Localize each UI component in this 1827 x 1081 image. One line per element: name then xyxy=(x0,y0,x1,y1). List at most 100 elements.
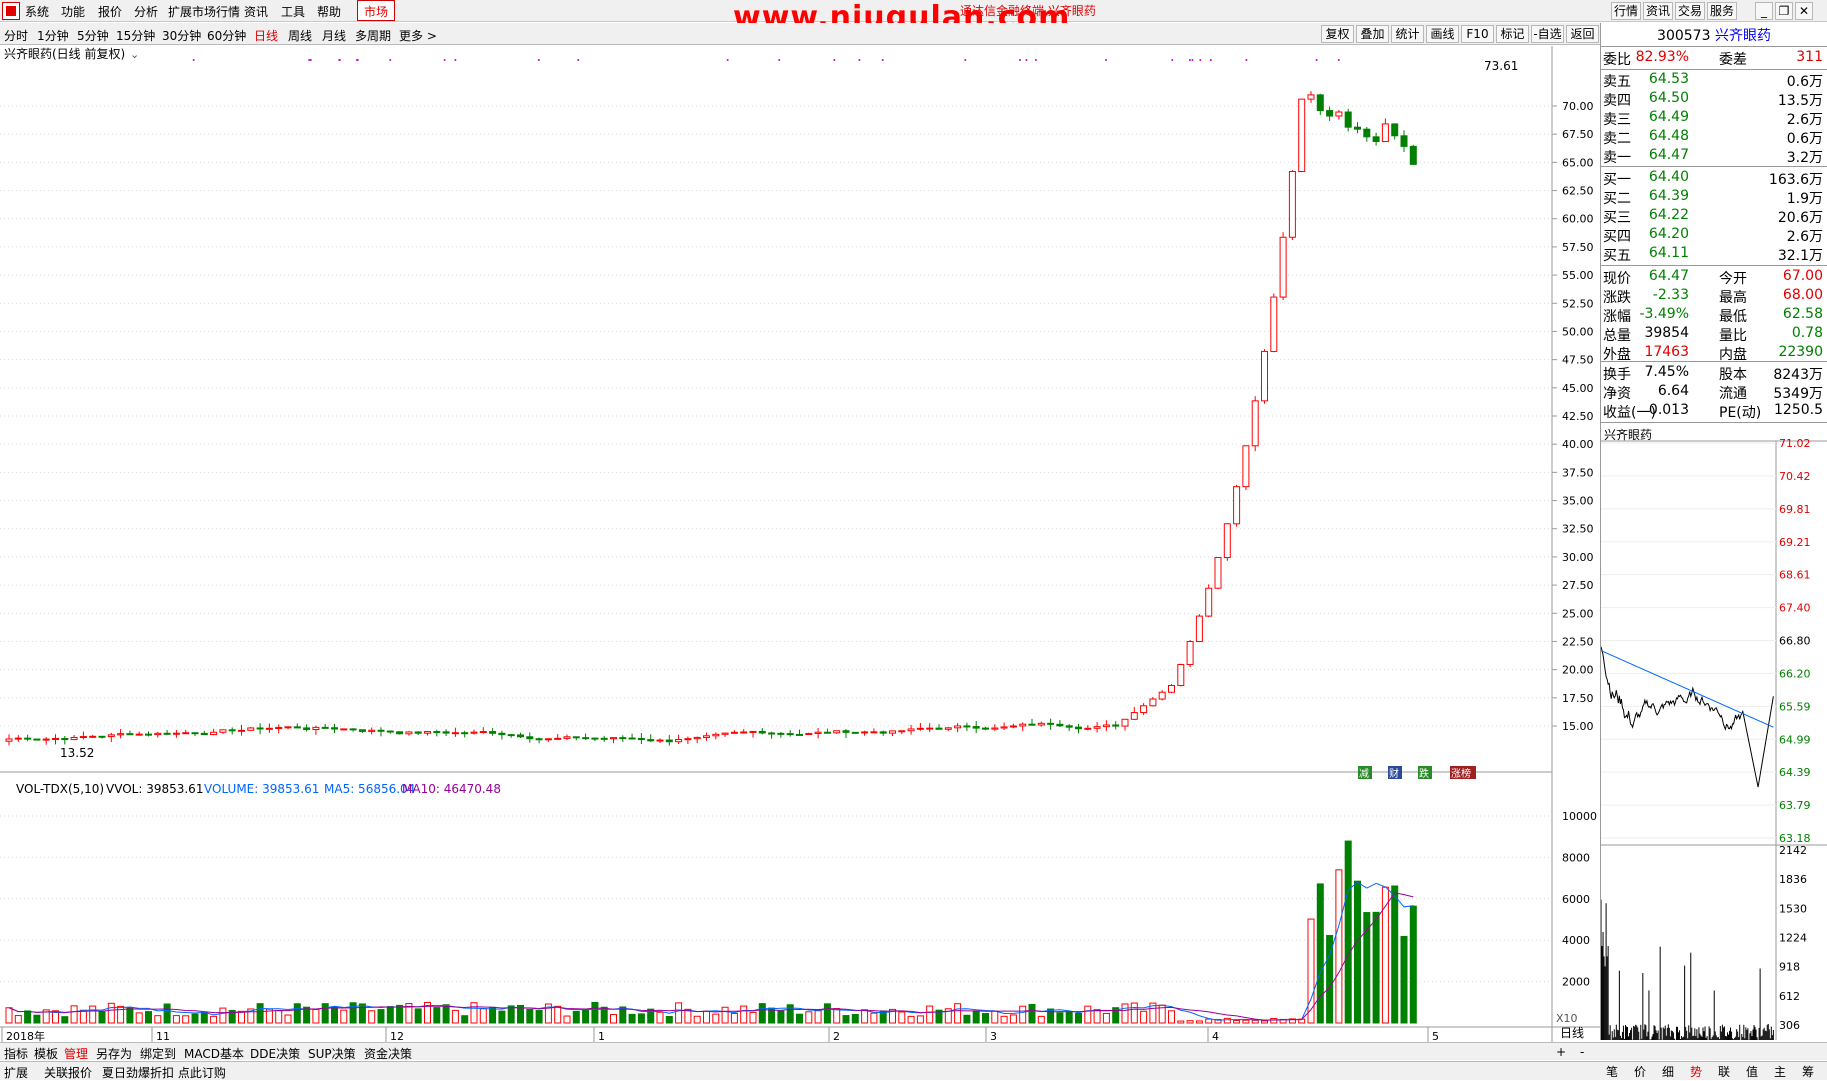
tab-lingcunwei[interactable]: 另存为 xyxy=(96,1045,132,1062)
right-tab-6[interactable]: 主 xyxy=(1774,1063,1786,1080)
event-marker xyxy=(1018,59,1021,61)
tool-f10[interactable]: F10 xyxy=(1461,25,1494,43)
kline-chart[interactable]: 70.00 67.50 65.00 62.50 60.00 57.50 55.00 52.50… xyxy=(0,46,1600,1042)
stat-cell: 最高 xyxy=(1719,290,1747,306)
badge-cai[interactable]: 财 xyxy=(1388,766,1402,780)
zoom-out-button[interactable]: - xyxy=(1580,1045,1584,1059)
candle-body xyxy=(1158,691,1166,700)
period-multi[interactable]: 多周期 xyxy=(355,27,391,44)
right-tab-4[interactable]: 联 xyxy=(1718,1063,1730,1080)
candle-body xyxy=(740,731,748,734)
volume-bar xyxy=(610,1014,617,1024)
tab-zijin[interactable]: 资金决策 xyxy=(364,1045,412,1062)
promo-link[interactable]: 夏日劲爆折扣 点此订购 xyxy=(102,1064,226,1081)
menu-item-news[interactable]: 资讯 xyxy=(244,3,268,20)
order-volume: 0.6万 xyxy=(1786,74,1823,90)
candle-body xyxy=(98,735,106,738)
candle-body xyxy=(470,731,478,734)
volume-bar xyxy=(963,1014,971,1024)
candle-body xyxy=(396,731,404,735)
tool-biaoji[interactable]: 标记 xyxy=(1496,25,1529,43)
period-60min[interactable]: 60分钟 xyxy=(207,27,246,44)
minimize-button[interactable]: _ xyxy=(1755,2,1773,20)
menu-item-function[interactable]: 功能 xyxy=(61,3,85,20)
tab-zixun[interactable]: 资讯 xyxy=(1643,2,1673,20)
right-tab-0[interactable]: 笔 xyxy=(1606,1063,1618,1080)
menu-item-quote[interactable]: 报价 xyxy=(98,3,122,20)
menu-item-analysis[interactable]: 分析 xyxy=(134,3,158,20)
tab-kuozhan[interactable]: 扩展 xyxy=(4,1064,28,1081)
volume-bar xyxy=(461,1015,469,1024)
badge-zhangbang[interactable]: 涨榜 xyxy=(1450,766,1476,780)
stat-cell: 涨跌 xyxy=(1603,290,1631,306)
menu-item-ext-market[interactable]: 扩展市场行情 xyxy=(168,3,240,20)
right-tab-1[interactable]: 价 xyxy=(1634,1063,1646,1080)
volume-bar xyxy=(1307,918,1315,1024)
volume-bar xyxy=(24,1010,32,1024)
right-tab-3[interactable]: 势 xyxy=(1690,1063,1702,1080)
period-more[interactable]: 更多 > xyxy=(399,27,437,44)
candle-body xyxy=(610,737,617,740)
candle-body xyxy=(145,733,152,736)
chevron-down-icon[interactable]: ⌄ xyxy=(130,48,139,61)
tab-macd[interactable]: MACD基本 xyxy=(184,1045,244,1062)
candle-body xyxy=(1075,726,1082,730)
tab-bangdingdao[interactable]: 绑定到 xyxy=(140,1045,176,1062)
high-label: 73.61 xyxy=(1484,59,1518,73)
period-1min[interactable]: 1分钟 xyxy=(37,27,69,44)
tool-tongji[interactable]: 统计 xyxy=(1391,25,1424,43)
zoom-in-button[interactable]: + xyxy=(1556,1045,1566,1059)
order-row: 买三 64.22 20.6万 xyxy=(1603,207,1825,226)
tab-guanli[interactable]: 管理 xyxy=(64,1045,88,1062)
candle-body xyxy=(1205,587,1213,617)
period-weekly[interactable]: 周线 xyxy=(288,27,312,44)
tab-sup[interactable]: SUP决策 xyxy=(308,1045,356,1062)
candle-body xyxy=(1372,136,1380,143)
tab-jiaoyi[interactable]: 交易 xyxy=(1675,2,1705,20)
tab-guanlianbaojia[interactable]: 关联报价 xyxy=(44,1064,92,1081)
menu-item-market[interactable]: 市场 xyxy=(357,0,396,21)
tool-fuquan[interactable]: 复权 xyxy=(1321,25,1354,43)
tool-diejia[interactable]: 叠加 xyxy=(1356,25,1389,43)
event-marker xyxy=(964,59,967,61)
tab-moban[interactable]: 模板 xyxy=(34,1045,58,1062)
tool-zixuan[interactable]: -自选 xyxy=(1531,25,1564,43)
badge-die[interactable]: 跌 xyxy=(1418,766,1432,780)
volume-bar xyxy=(1130,1002,1138,1024)
period-30min[interactable]: 30分钟 xyxy=(162,27,201,44)
menu-item-system[interactable]: 系统 xyxy=(25,3,49,20)
tab-hangqing[interactable]: 行情 xyxy=(1611,2,1641,20)
right-tab-5[interactable]: 值 xyxy=(1746,1063,1758,1080)
stat-cell: PE(动) xyxy=(1719,405,1762,421)
close-button[interactable]: ✕ xyxy=(1795,2,1813,20)
volume-bar xyxy=(1270,1017,1278,1024)
tool-fanhui[interactable]: 返回 xyxy=(1566,25,1599,43)
menu-item-tools[interactable]: 工具 xyxy=(281,3,305,20)
period-daily[interactable]: 日线 xyxy=(254,27,278,44)
volume-bar xyxy=(1205,1018,1213,1024)
right-tab-2[interactable]: 细 xyxy=(1662,1063,1674,1080)
candle-body xyxy=(321,726,329,729)
badge-jian[interactable]: 减 xyxy=(1358,766,1372,780)
volume-bar xyxy=(331,1006,338,1024)
right-tab-7[interactable]: 筹 xyxy=(1802,1063,1814,1080)
tab-zhibiao[interactable]: 指标 xyxy=(4,1045,28,1062)
intraday-mini-chart[interactable]: 兴齐眼药 71.02 70.42 69.81 69.21 68.61 67.40 66.80… xyxy=(1600,425,1827,1040)
period-monthly[interactable]: 月线 xyxy=(322,27,346,44)
candle-body xyxy=(656,739,664,742)
candle-body xyxy=(1093,726,1101,729)
tool-huaxian[interactable]: 画线 xyxy=(1426,25,1459,43)
candle-body xyxy=(312,726,320,730)
period-5min[interactable]: 5分钟 xyxy=(77,27,109,44)
tab-dde[interactable]: DDE决策 xyxy=(250,1045,300,1062)
period-15min[interactable]: 15分钟 xyxy=(116,27,155,44)
volume-bar xyxy=(1084,1005,1092,1024)
menu-item-help[interactable]: 帮助 xyxy=(317,3,341,20)
tab-fuwu[interactable]: 服务 xyxy=(1707,2,1737,20)
period-fenshi[interactable]: 分时 xyxy=(4,27,28,44)
volume-bar xyxy=(851,1013,859,1024)
restore-button[interactable]: ❐ xyxy=(1775,2,1793,20)
order-label: 买五 xyxy=(1603,248,1631,264)
candle-body xyxy=(637,737,645,741)
candle-body xyxy=(256,727,264,730)
